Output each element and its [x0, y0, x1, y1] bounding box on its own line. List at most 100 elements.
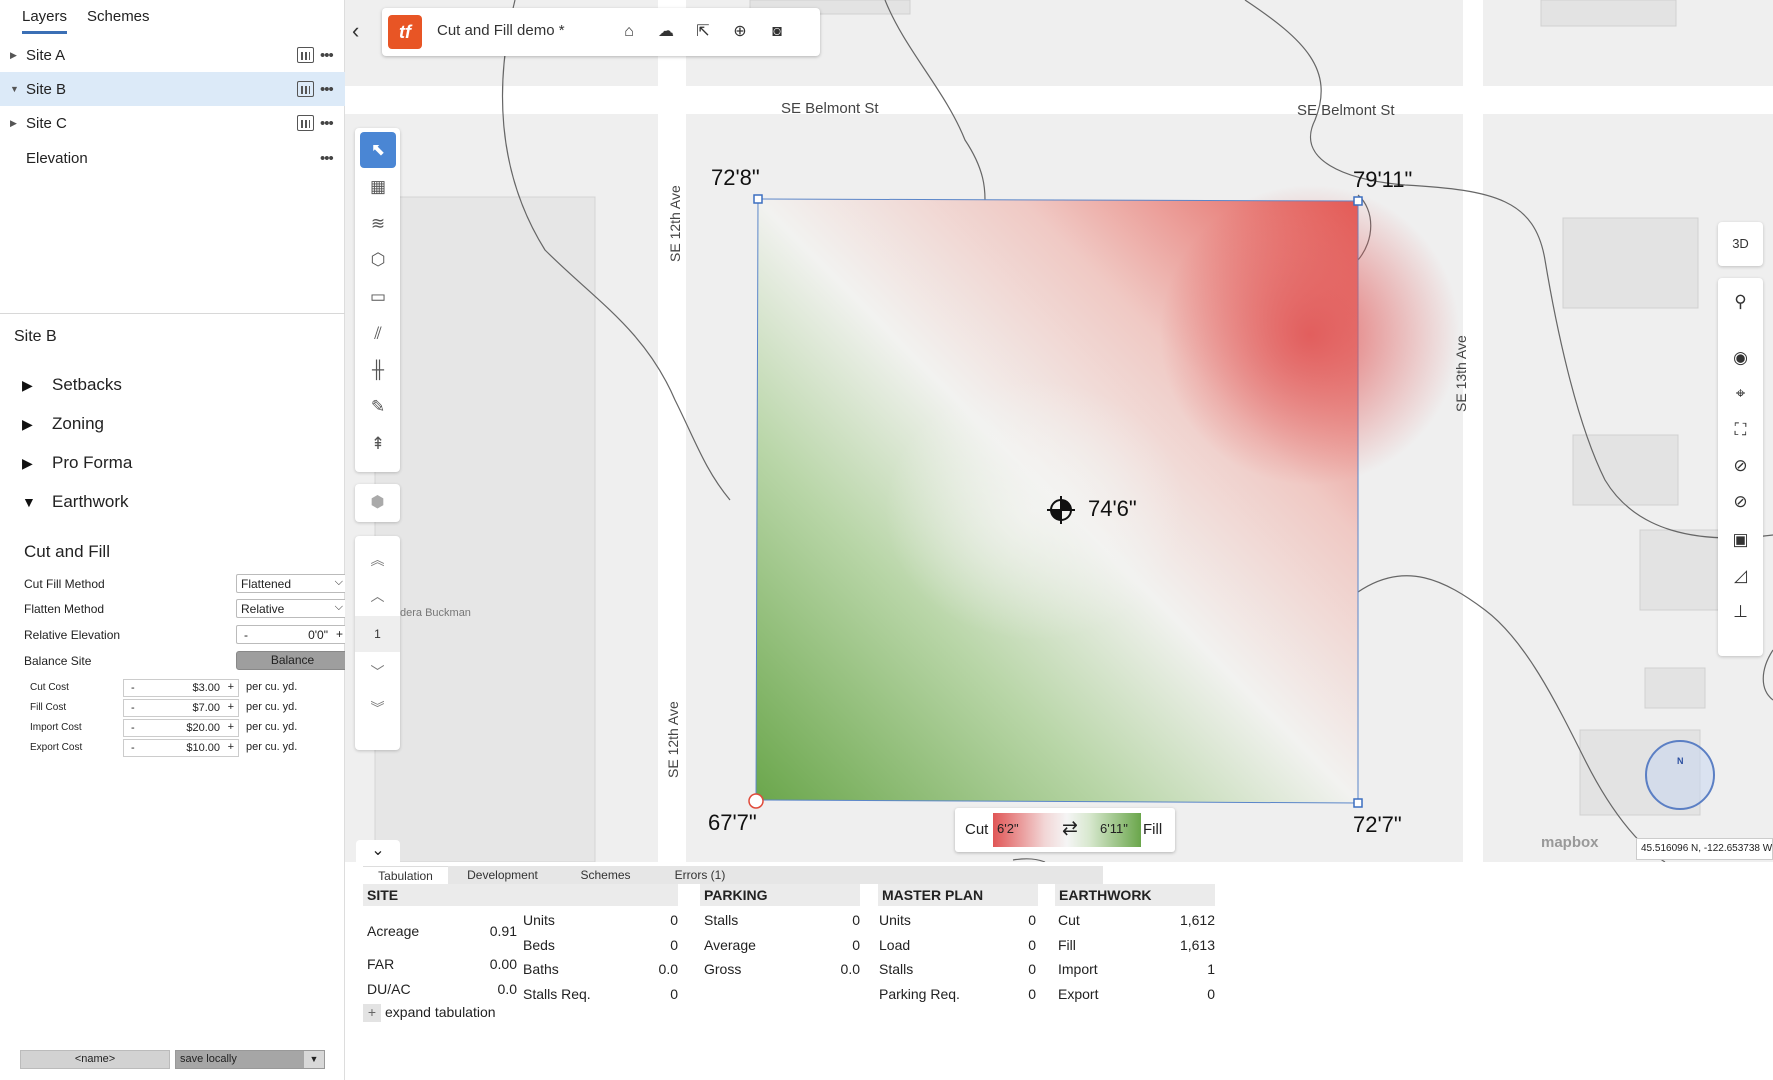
measure-tool-icon[interactable]: ✎ [360, 389, 396, 425]
cost-unit: per cu. yd. [246, 701, 298, 713]
mapbox-logo: mapbox [1541, 834, 1599, 851]
import-cost-stepper[interactable]: - $20.00 + [123, 719, 239, 737]
flatten-method-select[interactable]: Relative ⌵ [236, 599, 349, 618]
share-icon[interactable]: ⇱ [691, 20, 715, 44]
layer-item-site-b[interactable]: ▼ Site B ••• [0, 72, 345, 106]
add-icon[interactable]: ⊕ [728, 20, 752, 44]
row-value: 0 [1207, 986, 1215, 1002]
north-compass[interactable]: N [1645, 740, 1715, 810]
section-pro-forma[interactable]: ▶ Pro Forma [22, 453, 132, 473]
section-setbacks[interactable]: ▶ Setbacks [22, 375, 122, 395]
chart-icon[interactable] [297, 115, 314, 131]
stack-tool-icon[interactable]: ≋ [360, 206, 396, 242]
increment-button[interactable]: + [228, 701, 234, 713]
expand-triangle-icon[interactable]: ▶ [10, 50, 17, 61]
select-tool-icon[interactable]: ⬉ [360, 132, 396, 168]
fill-cost-stepper[interactable]: - $7.00 + [123, 699, 239, 717]
tab-schemes[interactable]: Schemes [563, 866, 648, 884]
decrement-button[interactable]: - [131, 682, 135, 694]
chart-icon[interactable] [297, 81, 314, 97]
project-title[interactable]: Cut and Fill demo * [437, 22, 565, 39]
camera-icon[interactable]: ◙ [765, 20, 789, 44]
location-icon[interactable]: ⌖ [1718, 376, 1763, 412]
more-options-icon[interactable]: ••• [320, 115, 334, 132]
collapse-panel-icon[interactable]: ‹ [352, 18, 359, 44]
tab-tabulation[interactable]: Tabulation [363, 866, 448, 884]
increment-button[interactable]: + [228, 741, 234, 753]
tab-schemes[interactable]: Schemes [87, 8, 150, 31]
decrement-button[interactable]: - [244, 628, 248, 642]
view-3d-button[interactable]: 3D [1718, 222, 1763, 266]
chevron-down-icon[interactable]: ﹀ [355, 654, 400, 690]
increment-button[interactable]: + [228, 681, 234, 693]
balance-button[interactable]: Balance [236, 651, 349, 670]
more-options-icon[interactable]: ••• [320, 47, 334, 64]
stepper-value[interactable]: $3.00 [192, 682, 220, 694]
layer-item-elevation[interactable]: Elevation ••• [0, 141, 345, 175]
cut-fill-method-select[interactable]: Flattened ⌵ [236, 574, 349, 593]
export-cost-stepper[interactable]: - $10.00 + [123, 739, 239, 757]
stepper-value[interactable]: 0'0" [308, 628, 328, 642]
stepper-value[interactable]: $7.00 [192, 702, 220, 714]
basemap [345, 0, 1773, 862]
double-chevron-up-icon[interactable]: ︽ [355, 542, 400, 578]
site-tool-icon[interactable]: ⬡ [360, 242, 396, 278]
section-zoning[interactable]: ▶ Zoning [22, 414, 104, 434]
home-icon[interactable]: ⌂ [617, 20, 641, 44]
tab-layers[interactable]: Layers [22, 8, 68, 34]
building-tool-icon[interactable]: ▦ [360, 169, 396, 205]
compass-icon[interactable]: ⊘ [1718, 448, 1763, 484]
cost-label: Import Cost [30, 722, 82, 733]
cut-cost-stepper[interactable]: - $3.00 + [123, 679, 239, 697]
compass-north-label: N [1677, 756, 1684, 766]
expand-tabulation-button[interactable]: + expand tabulation [363, 1004, 496, 1022]
layer-item-site-c[interactable]: ▶ Site C ••• [0, 106, 345, 140]
3d-box-icon[interactable]: ⬢ [355, 484, 400, 522]
fullscreen-icon[interactable]: ⛶ [1718, 412, 1763, 448]
road-tool-icon[interactable]: ⫽ [360, 316, 396, 352]
more-options-icon[interactable]: ••• [320, 81, 334, 98]
increment-button[interactable]: + [228, 721, 234, 733]
section-earthwork[interactable]: ▼ Earthwork [22, 492, 129, 512]
row-value: 0 [1028, 986, 1036, 1002]
relative-elevation-stepper[interactable]: - 0'0" + [236, 625, 349, 644]
navigate-icon[interactable]: ⊘ [1718, 484, 1763, 520]
double-chevron-down-icon[interactable]: ︾ [355, 690, 400, 726]
row-key: Acreage [367, 923, 420, 939]
more-options-icon[interactable]: ••• [320, 150, 334, 167]
floor-pager: ︽ ︿ 1 ﹀ ︾ [355, 536, 400, 750]
ruler-icon[interactable]: ⊥ [1718, 594, 1763, 630]
tab-errors[interactable]: Errors (1) [655, 866, 745, 884]
decrement-button[interactable]: - [131, 742, 135, 754]
satellite-icon[interactable]: ⚲ [1718, 284, 1763, 320]
swap-arrows-icon[interactable]: ⇄ [1062, 817, 1078, 840]
chart-icon[interactable] [297, 47, 314, 63]
scale-icon[interactable]: ◿ [1718, 558, 1763, 594]
cut-fill-legend: Cut 6'2" ⇄ 6'11" Fill [955, 808, 1175, 852]
eye-icon[interactable]: ◉ [1718, 340, 1763, 376]
increment-button[interactable]: + [336, 627, 343, 641]
stepper-value[interactable]: $20.00 [186, 722, 220, 734]
parking-tool-icon[interactable]: ▭ [360, 279, 396, 315]
tab-development[interactable]: Development [455, 866, 550, 884]
row-value: 1 [1207, 961, 1215, 977]
legend-cut-value: 6'2" [997, 821, 1019, 836]
decrement-button[interactable]: - [131, 702, 135, 714]
stepper-value[interactable]: $10.00 [186, 742, 220, 754]
scheme-name-input[interactable]: <name> [20, 1050, 170, 1069]
fence-tool-icon[interactable]: ╫ [360, 352, 396, 388]
collapse-triangle-icon[interactable]: ▼ [10, 84, 19, 94]
decrement-button[interactable]: - [131, 722, 135, 734]
image-icon[interactable]: ▣ [1718, 522, 1763, 558]
row-value: 0.91 [489, 923, 517, 939]
expand-triangle-icon[interactable]: ▶ [10, 118, 17, 129]
chevron-up-icon[interactable]: ︿ [355, 578, 400, 614]
collapse-bottom-icon[interactable]: ⌄ [356, 840, 400, 862]
layer-label: Site C [26, 114, 67, 132]
fill-cost-row: Fill Cost - $7.00 + per cu. yd. [30, 699, 330, 717]
save-location-select[interactable]: save locally ▼ [175, 1050, 325, 1069]
layer-item-site-a[interactable]: ▶ Site A ••• [0, 38, 345, 72]
tree-tool-icon[interactable]: ⇞ [360, 426, 396, 462]
map-canvas[interactable]: SE Belmont St SE Belmont St SE 12th Ave … [345, 0, 1773, 862]
cloud-upload-icon[interactable]: ☁ [654, 20, 678, 44]
